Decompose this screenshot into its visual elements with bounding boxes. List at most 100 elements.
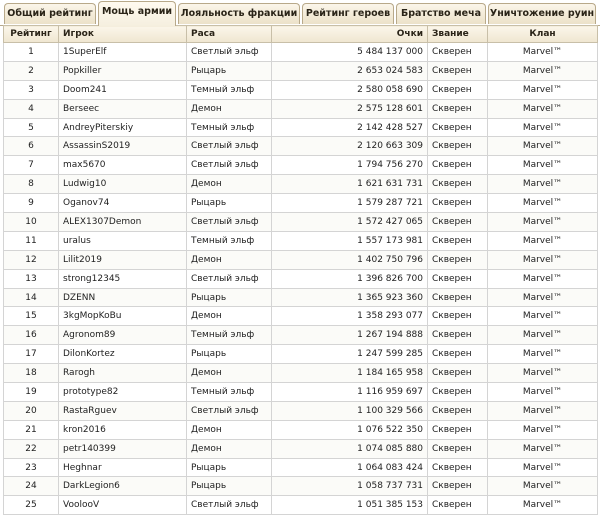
player-name-cell[interactable]: AndreyPiterskiy xyxy=(58,117,187,138)
player-name-cell[interactable]: Agronom89 xyxy=(58,325,187,346)
player-name-cell[interactable]: Rarogh xyxy=(58,363,187,384)
player-name-cell[interactable]: Doom241 xyxy=(58,79,187,100)
clan-cell[interactable]: Marvel™ xyxy=(487,60,598,81)
title-cell: Скверен xyxy=(427,79,488,100)
player-name-cell[interactable]: petr140399 xyxy=(58,438,187,459)
player-name-cell[interactable]: 3kgMopKoBu xyxy=(58,306,187,327)
clan-cell[interactable]: Marvel™ xyxy=(487,344,598,365)
score-cell: 1 557 173 981 xyxy=(271,230,428,251)
player-name-cell[interactable]: Berseec xyxy=(58,98,187,119)
table-row: 1 1SuperElf Светлый эльф 5 484 137 000 Сквер… xyxy=(3,42,598,62)
clan-cell[interactable]: Marvel™ xyxy=(487,457,598,478)
clan-cell[interactable]: Marvel™ xyxy=(487,325,598,346)
player-name-cell[interactable]: Popkiller xyxy=(58,60,187,81)
column-header-rank[interactable]: Рейтинг xyxy=(3,25,59,43)
clan-cell[interactable]: Marvel™ xyxy=(487,98,598,119)
column-header-score[interactable]: Очки xyxy=(271,25,428,43)
rank-cell: 2 xyxy=(3,60,59,81)
table-row: 7 max5670 Светлый эльф 1 794 756 270 Скверен… xyxy=(3,155,598,176)
player-name-cell[interactable]: VoolooV xyxy=(58,495,187,515)
player-name-cell[interactable]: DarkLegion6 xyxy=(58,476,187,497)
player-name-cell[interactable]: RastaRguev xyxy=(58,400,187,421)
table-row: 2 Popkiller Рыцарь 2 653 024 583 Скверен Marv… xyxy=(3,60,598,81)
clan-cell[interactable]: Marvel™ xyxy=(487,400,598,421)
tab-hero-rating[interactable]: Рейтинг героев xyxy=(302,3,394,24)
player-name-cell[interactable]: 1SuperElf xyxy=(58,42,187,62)
race-cell: Темный эльф xyxy=(186,325,272,346)
title-cell: Скверен xyxy=(427,325,488,346)
race-cell: Демон xyxy=(186,306,272,327)
race-cell: Темный эльф xyxy=(186,230,272,251)
rank-cell: 3 xyxy=(3,79,59,100)
player-name-cell[interactable]: prototype82 xyxy=(58,382,187,402)
clan-cell[interactable]: Marvel™ xyxy=(487,306,598,327)
rank-cell: 12 xyxy=(3,249,59,270)
title-cell: Скверен xyxy=(427,155,488,176)
clan-cell[interactable]: Marvel™ xyxy=(487,79,598,100)
tab-army-power[interactable]: Мощь армии xyxy=(98,1,176,26)
player-name-cell[interactable]: Lilit2019 xyxy=(58,249,187,270)
column-header-player[interactable]: Игрок xyxy=(58,25,187,43)
table-row: 19 prototype82 Темный эльф 1 116 959 697 Скв… xyxy=(3,382,598,402)
player-name-cell[interactable]: Oganov74 xyxy=(58,193,187,214)
column-header-race[interactable]: Раса xyxy=(186,25,272,43)
rank-cell: 16 xyxy=(3,325,59,346)
clan-cell[interactable]: Marvel™ xyxy=(487,230,598,251)
clan-cell[interactable]: Marvel™ xyxy=(487,136,598,157)
tab-faction-loyalty[interactable]: Лояльность фракции xyxy=(178,3,300,24)
race-cell: Демон xyxy=(186,98,272,119)
clan-cell[interactable]: Marvel™ xyxy=(487,155,598,176)
score-cell: 1 402 750 796 xyxy=(271,249,428,270)
race-cell: Светлый эльф xyxy=(186,495,272,515)
player-name-cell[interactable]: Heghnar xyxy=(58,457,187,478)
clan-cell[interactable]: Marvel™ xyxy=(487,249,598,270)
score-cell: 1 184 165 958 xyxy=(271,363,428,384)
player-name-cell[interactable]: ALEX1307Demon xyxy=(58,212,187,232)
player-name-cell[interactable]: AssassinS2019 xyxy=(58,136,187,157)
race-cell: Темный эльф xyxy=(186,79,272,100)
rank-cell: 7 xyxy=(3,155,59,176)
race-cell: Светлый эльф xyxy=(186,136,272,157)
clan-cell[interactable]: Marvel™ xyxy=(487,438,598,459)
title-cell: Скверен xyxy=(427,230,488,251)
title-cell: Скверен xyxy=(427,457,488,478)
table-row: 24 DarkLegion6 Рыцарь 1 058 737 731 Скверен M… xyxy=(3,476,598,497)
title-cell: Скверен xyxy=(427,382,488,402)
column-header-title[interactable]: Звание xyxy=(427,25,488,43)
player-name-cell[interactable]: strong12345 xyxy=(58,268,187,289)
column-header-clan[interactable]: Клан xyxy=(487,25,598,43)
clan-cell[interactable]: Marvel™ xyxy=(487,117,598,138)
clan-cell[interactable]: Marvel™ xyxy=(487,42,598,62)
clan-cell[interactable]: Marvel™ xyxy=(487,212,598,232)
table-row: 16 Agronom89 Темный эльф 1 267 194 888 Сквер… xyxy=(3,325,598,346)
rank-cell: 11 xyxy=(3,230,59,251)
tab-general-rating[interactable]: Общий рейтинг xyxy=(4,3,96,24)
table-row: 22 petr140399 Демон 1 074 085 880 Скверен Mar… xyxy=(3,438,598,459)
clan-cell[interactable]: Marvel™ xyxy=(487,268,598,289)
score-cell: 1 267 194 888 xyxy=(271,325,428,346)
player-name-cell[interactable]: uralus xyxy=(58,230,187,251)
clan-cell[interactable]: Marvel™ xyxy=(487,476,598,497)
clan-cell[interactable]: Marvel™ xyxy=(487,174,598,195)
player-name-cell[interactable]: max5670 xyxy=(58,155,187,176)
player-name-cell[interactable]: Ludwig10 xyxy=(58,174,187,195)
title-cell: Скверен xyxy=(427,287,488,308)
table-row: 12 Lilit2019 Демон 1 402 750 796 Скверен Marv… xyxy=(3,249,598,270)
clan-cell[interactable]: Marvel™ xyxy=(487,382,598,402)
clan-cell[interactable]: Marvel™ xyxy=(487,495,598,515)
tab-ruins-destruction[interactable]: Уничтожение руин xyxy=(488,3,596,24)
tab-sword-brotherhood[interactable]: Братство меча xyxy=(396,3,486,24)
player-name-cell[interactable]: kron2016 xyxy=(58,419,187,440)
clan-cell[interactable]: Marvel™ xyxy=(487,287,598,308)
clan-cell[interactable]: Marvel™ xyxy=(487,193,598,214)
title-cell: Скверен xyxy=(427,249,488,270)
race-cell: Рыцарь xyxy=(186,457,272,478)
player-name-cell[interactable]: DilonKortez xyxy=(58,344,187,365)
table-row: 25 VoolooV Светлый эльф 1 051 385 153 Сквере… xyxy=(3,495,598,515)
player-name-cell[interactable]: DZENN xyxy=(58,287,187,308)
score-cell: 2 120 663 309 xyxy=(271,136,428,157)
rank-cell: 25 xyxy=(3,495,59,515)
clan-cell[interactable]: Marvel™ xyxy=(487,363,598,384)
clan-cell[interactable]: Marvel™ xyxy=(487,419,598,440)
rank-cell: 4 xyxy=(3,98,59,119)
